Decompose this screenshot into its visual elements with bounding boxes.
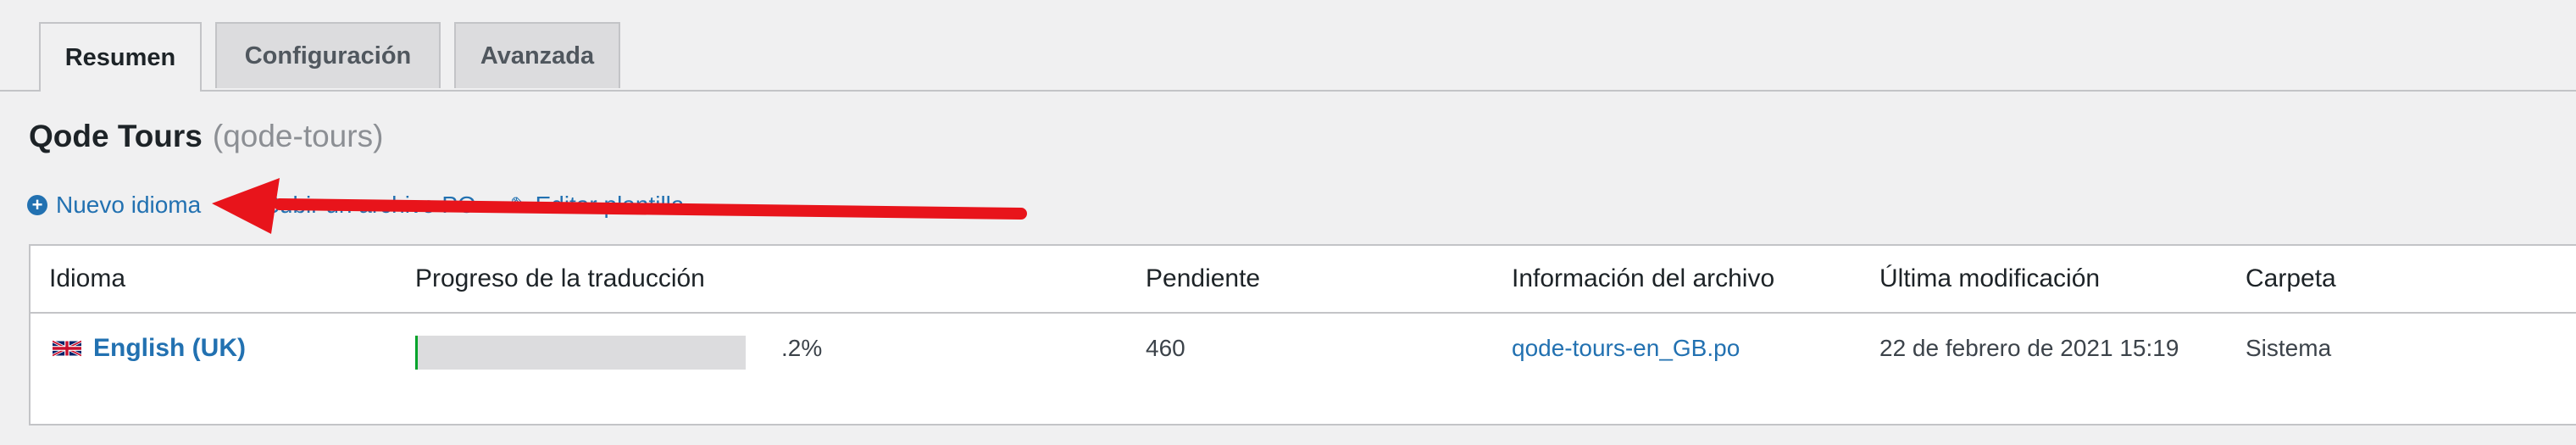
- languages-table: Idioma Progreso de la traducción Pendien…: [29, 244, 2576, 426]
- table-row: English (UK) .2% 460 qode-tours-en_GB.po…: [31, 314, 2576, 383]
- progress-percent: .2%: [781, 335, 823, 361]
- pencil-icon: ✎: [509, 192, 529, 218]
- last-modified-value: 22 de febrero de 2021 15:19: [1879, 335, 2179, 361]
- page-title: Qode Tours (qode-tours): [29, 119, 383, 154]
- tab-avanzada[interactable]: Avanzada: [454, 22, 620, 88]
- uk-flag-icon: [53, 339, 81, 358]
- tab-bar: Resumen Configuración Avanzada: [0, 0, 2576, 92]
- header-language: Idioma: [49, 264, 126, 292]
- edit-template-label: Editar plantilla: [535, 192, 685, 218]
- bundle-slug: (qode-tours): [212, 119, 384, 153]
- header-folder: Carpeta: [2246, 264, 2336, 292]
- header-last-modified: Última modificación: [1879, 264, 2101, 292]
- progress-fill: [415, 336, 419, 370]
- edit-template-link[interactable]: ✎ Editar plantilla: [510, 192, 685, 219]
- new-language-link[interactable]: + Nuevo idioma: [27, 192, 201, 219]
- language-name: English (UK): [93, 334, 246, 362]
- table-header: Idioma Progreso de la traducción Pendien…: [31, 246, 2576, 314]
- bundle-name: Qode Tours: [29, 119, 203, 153]
- header-file-info: Información del archivo: [1512, 264, 1775, 292]
- file-link[interactable]: qode-tours-en_GB.po: [1512, 335, 1740, 361]
- folder-value: Sistema: [2246, 335, 2332, 361]
- tab-resumen[interactable]: Resumen: [39, 22, 202, 92]
- progress-bar: [415, 336, 746, 370]
- language-cell: English (UK): [53, 314, 246, 383]
- file-cell: qode-tours-en_GB.po: [1512, 314, 1740, 383]
- language-link[interactable]: English (UK): [53, 314, 246, 383]
- new-language-label: Nuevo idioma: [56, 192, 202, 218]
- upload-po-link[interactable]: ↑ Subir un archivo PO: [235, 192, 476, 219]
- tab-configuracion[interactable]: Configuración: [215, 22, 441, 88]
- header-pending: Pendiente: [1146, 264, 1261, 292]
- plus-circle-icon: +: [27, 195, 47, 215]
- header-progress: Progreso de la traducción: [415, 264, 705, 292]
- action-links: + Nuevo idioma ↑ Subir un archivo PO ✎ E…: [27, 192, 718, 219]
- upload-po-label: Subir un archivo PO: [264, 192, 476, 218]
- upload-icon: ↑: [235, 195, 256, 215]
- pending-count: 460: [1146, 335, 1185, 361]
